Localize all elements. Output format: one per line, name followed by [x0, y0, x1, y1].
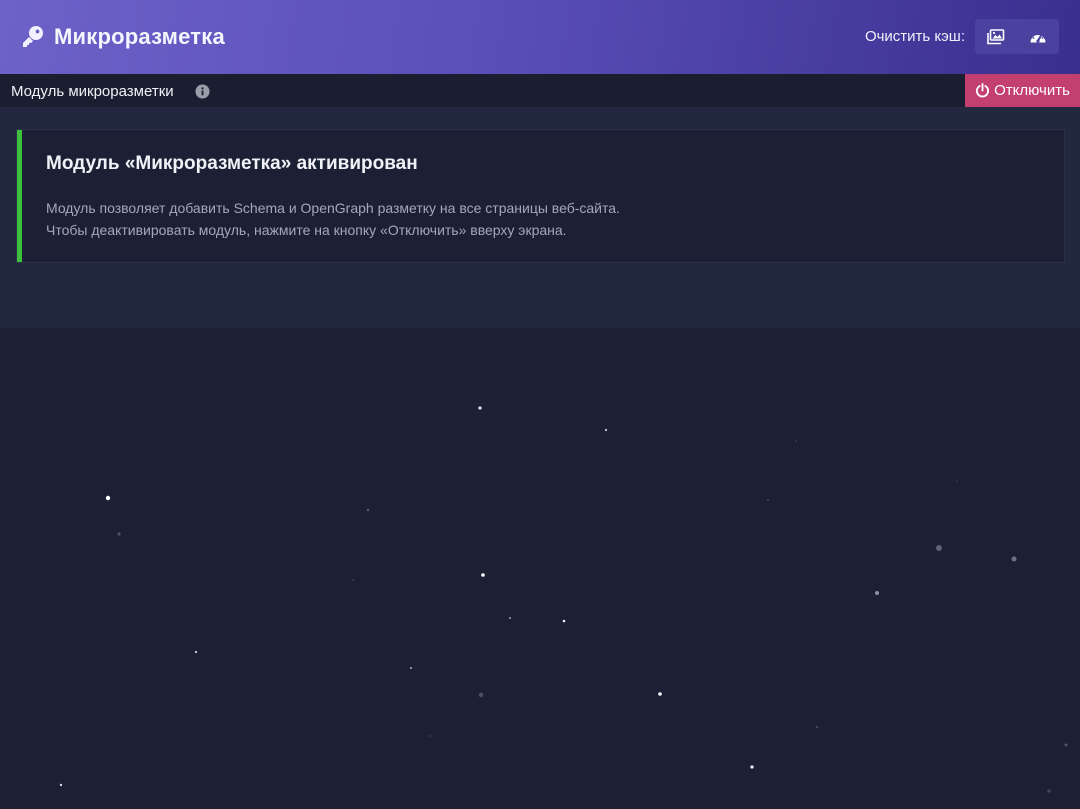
card-description-line: Модуль позволяет добавить Schema и OpenG… [46, 200, 620, 216]
card-title: Модуль «Микроразметка» активирован [46, 153, 418, 174]
header-title-group: Микроразметка [20, 22, 225, 52]
module-label: Модуль микроразметки [11, 83, 174, 100]
page-title: Микроразметка [54, 24, 225, 49]
card-accent-bar [17, 130, 22, 262]
cache-controls: Очистить кэш: [865, 19, 1059, 54]
stars [59, 406, 1068, 793]
gauge-icon [1030, 31, 1046, 43]
power-icon [976, 83, 990, 98]
module-toolbar: Модуль микроразметки [0, 74, 1080, 107]
info-icon[interactable] [195, 84, 210, 99]
card-description-line: Чтобы деактивировать модуль, нажмите на … [46, 222, 567, 238]
app-header: Микроразметка Очистить кэш: [0, 0, 1080, 74]
disable-button-label: Отключить [994, 82, 1070, 99]
images-icon [987, 28, 1005, 44]
cache-button-group [975, 19, 1059, 54]
cache-label: Очистить кэш: [864, 28, 965, 45]
clear-speed-cache-button[interactable] [1017, 19, 1059, 54]
key-icon [23, 26, 43, 47]
clear-image-cache-button[interactable] [975, 19, 1017, 54]
status-card: Модуль «Микроразметка» активирован Модул… [16, 129, 1065, 263]
disable-module-button[interactable]: Отключить [965, 74, 1080, 107]
